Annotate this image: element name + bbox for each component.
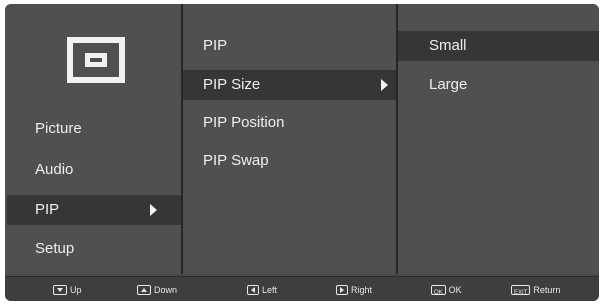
hint-label: Up <box>70 285 82 295</box>
option-label: Small <box>429 37 467 54</box>
hint-label: Down <box>154 285 178 295</box>
submenu-item-pip-swap[interactable]: PIP Swap <box>203 146 393 176</box>
menu-item-label: Setup <box>35 240 75 257</box>
hint-return: EXIT Return <box>511 283 560 297</box>
submenu-item-label: PIP Size <box>203 76 261 93</box>
exit-key-icon: EXIT <box>511 285 531 296</box>
key-hint-bar: Up Down Left Right OK OK EXIT Return <box>5 276 599 301</box>
size-options-panel: Small Large <box>398 4 599 274</box>
ok-key-icon: OK <box>431 285 446 296</box>
submenu-item-pip-size[interactable]: PIP Size <box>183 70 396 100</box>
down-triangle-key-icon <box>53 285 67 295</box>
osd-menu: Picture Audio PIP Setup PIP PIP Size PIP… <box>5 4 599 301</box>
menu-item-label: Picture <box>35 120 82 137</box>
submenu-arrow-icon <box>381 79 388 91</box>
hint-ok: OK OK <box>431 283 462 297</box>
submenu-item-label: PIP Swap <box>203 152 269 169</box>
menu-item-audio[interactable]: Audio <box>35 155 181 185</box>
hint-label: Left <box>262 285 278 295</box>
left-triangle-key-icon <box>247 285 259 295</box>
hint-left: Left <box>247 283 277 297</box>
up-triangle-key-icon <box>137 285 151 295</box>
hint-right: Right <box>336 283 372 297</box>
submenu-item-pip[interactable]: PIP <box>203 31 393 61</box>
hint-label: Return <box>533 285 561 295</box>
option-small[interactable]: Small <box>398 31 599 61</box>
menu-item-pip[interactable]: PIP <box>7 195 181 225</box>
submenu-item-pip-position[interactable]: PIP Position <box>203 108 393 138</box>
pip-logo-icon <box>67 37 125 83</box>
submenu-arrow-icon <box>150 204 157 216</box>
hint-down: Down <box>137 283 177 297</box>
menu-item-setup[interactable]: Setup <box>35 234 181 264</box>
option-large[interactable]: Large <box>429 70 597 100</box>
menu-item-label: Audio <box>35 161 74 178</box>
hint-label: Right <box>351 285 373 295</box>
submenu-item-label: PIP <box>203 37 228 54</box>
main-menu-panel: Picture Audio PIP Setup <box>5 4 181 274</box>
hint-label: OK <box>448 285 462 295</box>
hint-up: Up <box>53 283 82 297</box>
pip-submenu-panel: PIP PIP Size PIP Position PIP Swap <box>183 4 396 274</box>
right-triangle-key-icon <box>336 285 348 295</box>
menu-item-picture[interactable]: Picture <box>35 114 181 144</box>
submenu-item-label: PIP Position <box>203 114 285 131</box>
option-label: Large <box>429 76 468 93</box>
menu-item-label: PIP <box>35 201 60 218</box>
